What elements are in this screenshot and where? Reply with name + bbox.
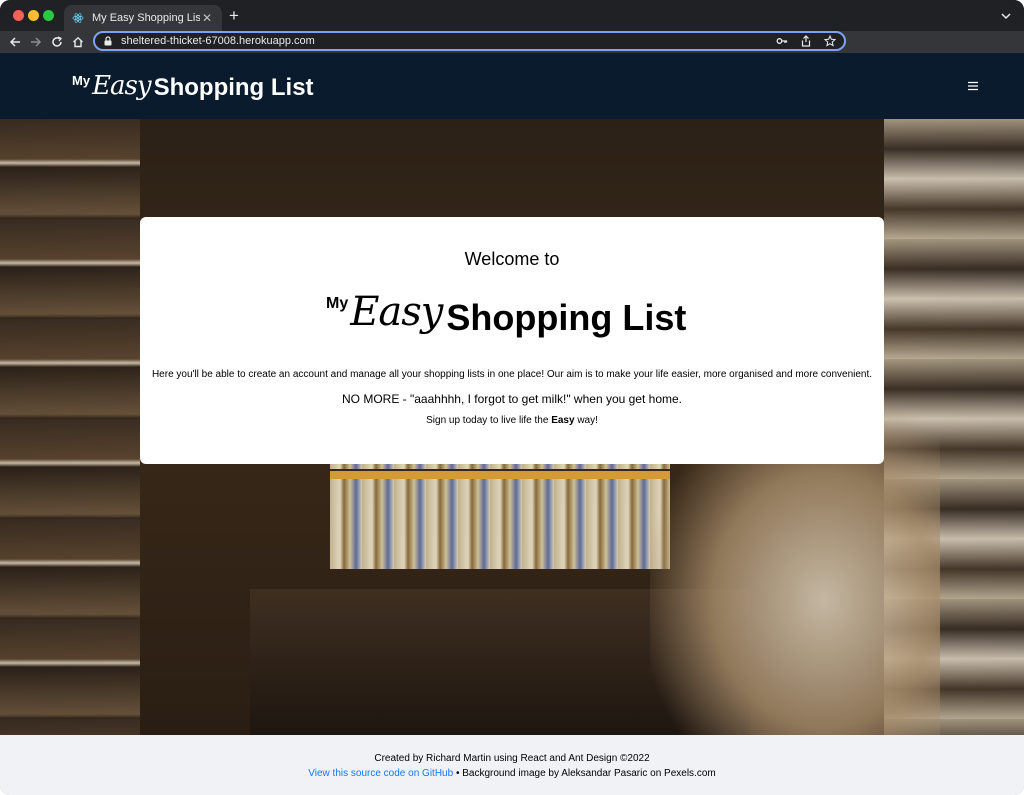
signup-bold: Easy: [551, 415, 575, 426]
signup-suffix: way!: [574, 415, 598, 426]
lock-icon[interactable]: [103, 36, 113, 46]
new-tab-button[interactable]: +: [229, 7, 239, 25]
logo-shopping-list-text: Shopping List: [153, 74, 314, 101]
key-icon[interactable]: [776, 35, 788, 47]
card-logo: My Easy Shopping List: [326, 289, 686, 339]
welcome-heading: Welcome to: [464, 249, 560, 269]
footer-credits: Created by Richard Martin using React an…: [374, 753, 650, 764]
signup-prefix: Sign up today to live life the: [426, 415, 552, 426]
footer-source-line: View this source code on GitHub • Backgr…: [0, 768, 1024, 779]
site-logo[interactable]: My Easy Shopping List: [72, 71, 314, 102]
web-page: My Easy Shopping List Welcome to My Easy…: [0, 53, 1024, 795]
tab-bar: My Easy Shopping List ✕ +: [0, 0, 1024, 31]
active-tab[interactable]: My Easy Shopping List ✕: [64, 5, 222, 31]
forward-arrow-icon[interactable]: [27, 33, 45, 51]
site-header: My Easy Shopping List: [0, 53, 1024, 119]
back-arrow-icon[interactable]: [6, 33, 24, 51]
left-shelf-graphic: [0, 119, 140, 735]
close-window-button[interactable]: [13, 10, 24, 21]
hamburger-icon[interactable]: [966, 79, 980, 93]
hero-section: Welcome to My Easy Shopping List Here yo…: [0, 119, 1024, 735]
chevron-down-icon[interactable]: [1000, 9, 1012, 21]
address-bar[interactable]: sheltered-thicket-67008.herokuapp.com: [93, 31, 846, 51]
share-icon[interactable]: [800, 35, 812, 47]
reload-icon[interactable]: [48, 33, 66, 51]
no-more-text: NO MORE - "aaahhhh, I forgot to get milk…: [341, 392, 682, 406]
maximize-window-button[interactable]: [43, 10, 54, 21]
close-tab-icon[interactable]: ✕: [200, 11, 214, 25]
cans-shelf-bottom-graphic: [330, 479, 670, 569]
site-footer: Created by Richard Martin using React an…: [0, 735, 1024, 795]
footer-image-credit: • Background image by Aleksandar Pasaric…: [453, 768, 716, 779]
logo-easy-text: Easy: [92, 71, 152, 101]
intro-text: Here you'll be able to create an account…: [151, 369, 873, 380]
browser-toolbar: sheltered-thicket-67008.herokuapp.com: [0, 31, 1024, 53]
tab-title: My Easy Shopping List: [92, 12, 200, 24]
card-logo-easy-text: Easy: [350, 289, 443, 335]
card-logo-my-text: My: [326, 295, 349, 312]
url-text[interactable]: sheltered-thicket-67008.herokuapp.com: [121, 35, 776, 47]
card-logo-shopping-list-text: Shopping List: [446, 297, 687, 338]
minimize-window-button[interactable]: [28, 10, 39, 21]
browser-window: My Easy Shopping List ✕ + sheltered-thic…: [0, 0, 1024, 795]
signup-text: Sign up today to live life the Easy way!: [140, 415, 884, 426]
price-strip-graphic: [330, 471, 670, 479]
welcome-card: Welcome to My Easy Shopping List Here yo…: [140, 217, 884, 464]
bookmark-star-icon[interactable]: [824, 35, 836, 47]
react-favicon-icon: [72, 12, 84, 24]
github-source-link[interactable]: View this source code on GitHub: [308, 768, 453, 779]
logo-my-text: My: [72, 73, 91, 88]
home-icon[interactable]: [69, 33, 87, 51]
